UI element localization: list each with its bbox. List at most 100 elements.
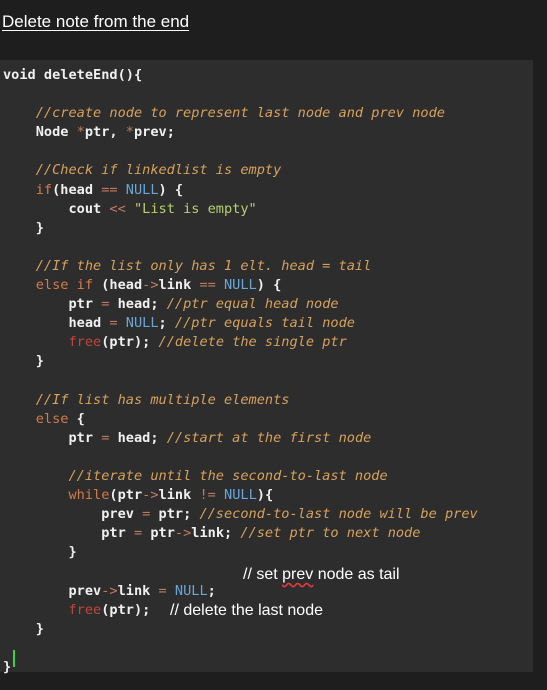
code-token: != xyxy=(199,487,216,504)
code-line: } xyxy=(3,620,478,639)
code-token: (head xyxy=(52,181,102,198)
code-token: NULL xyxy=(224,277,257,294)
code-token: << xyxy=(109,200,126,217)
code-token: prev xyxy=(3,506,143,523)
code-token: ) { xyxy=(256,277,282,294)
code-token: = xyxy=(158,582,167,599)
code-token: (ptr); xyxy=(101,601,151,618)
code-token: NULL xyxy=(125,315,159,332)
code-token: ) { xyxy=(158,181,184,198)
code-token: head xyxy=(3,315,110,332)
code-token: cout xyxy=(3,200,110,217)
code-line: ptr = head; //ptr equal head node xyxy=(3,295,478,314)
code-token: head; xyxy=(109,429,167,446)
code-token: ptr xyxy=(3,525,134,542)
annotation-set-prev: // set prev node as tail xyxy=(243,566,400,584)
code-token: * xyxy=(125,124,134,141)
code-token: ptr xyxy=(142,525,175,542)
code-line: if(head == NULL) { xyxy=(3,181,478,200)
code-line: } xyxy=(3,658,478,677)
code-token: void deleteEnd(){ xyxy=(3,67,143,83)
code-line: void deleteEnd(){ xyxy=(3,66,478,85)
code-token: } xyxy=(3,544,77,561)
code-line: prev = ptr; //second-to-last node will b… xyxy=(3,505,478,524)
code-token: //If list has multiple elements xyxy=(3,391,290,408)
page-title: Delete note from the end xyxy=(2,12,190,31)
code-token: == xyxy=(199,277,216,294)
code-token: } xyxy=(3,658,12,675)
code-token: = xyxy=(133,525,143,542)
code-token: } xyxy=(3,219,44,236)
text-cursor xyxy=(13,650,15,667)
code-token: free xyxy=(68,601,102,618)
code-token: head; xyxy=(109,296,167,313)
annotation-delete-last: // delete the last node xyxy=(170,602,323,619)
annotation-text: // set xyxy=(243,566,283,583)
code-token: ; xyxy=(158,315,175,332)
code-token: { xyxy=(68,410,85,427)
code-token: link xyxy=(158,277,200,294)
code-token: -> xyxy=(142,277,159,294)
code-line: } xyxy=(3,543,478,562)
code-token: = xyxy=(109,315,118,332)
code-token: free xyxy=(68,334,102,351)
code-token: NULL xyxy=(224,487,257,504)
code-token: //iterate until the second-to-last node xyxy=(3,467,388,484)
code-line: free(ptr); //delete the single ptr xyxy=(3,333,478,352)
code-line: while(ptr->link != NULL){ xyxy=(3,486,478,505)
code-line: ptr = ptr->link; //set ptr to next node xyxy=(3,524,478,543)
code-token: Node xyxy=(3,124,77,141)
code-token: else xyxy=(3,410,69,427)
code-token: link xyxy=(158,487,200,504)
code-token: (ptr); xyxy=(101,334,159,351)
code-line: } xyxy=(3,352,478,371)
code-token: else if xyxy=(3,277,94,294)
code-token: * xyxy=(76,124,85,141)
code-token: ptr xyxy=(3,296,102,313)
code-line: cout << "List is empty" xyxy=(3,200,478,219)
code-token: link xyxy=(117,582,159,599)
code-token: //start at the first node xyxy=(166,429,372,446)
code-token: //If the list only has 1 elt. head = tai… xyxy=(3,257,372,274)
code-token: prev xyxy=(3,582,102,599)
code-token: ptr; xyxy=(150,506,200,523)
code-token: } xyxy=(3,353,44,370)
code-token: //ptr equal head node xyxy=(166,296,339,313)
code-token: ptr xyxy=(3,429,102,446)
code-line: else { xyxy=(3,410,478,429)
code-token: == xyxy=(101,181,118,198)
code-line: else if (head->link == NULL) { xyxy=(3,276,478,295)
code-line: prev->link = NULL; xyxy=(3,582,478,601)
code-token: ; xyxy=(207,582,216,599)
code-token: //second-to-last node will be prev xyxy=(199,506,478,523)
code-token: //delete the single ptr xyxy=(158,334,347,351)
code-line: //If the list only has 1 elt. head = tai… xyxy=(3,257,478,276)
code-line: //create node to represent last node and… xyxy=(3,104,478,123)
code-token: -> xyxy=(142,487,159,504)
code-block[interactable]: void deleteEnd(){ //create node to repre… xyxy=(3,66,478,677)
code-token: "List is empty" xyxy=(133,200,257,217)
spellcheck-flagged-word: prev xyxy=(282,566,314,583)
code-line: //Check if linkedlist is empty xyxy=(3,161,478,180)
code-token: ){ xyxy=(256,487,274,504)
code-token: -> xyxy=(174,525,192,542)
code-line: //iterate until the second-to-last node xyxy=(3,467,478,486)
code-token: prev; xyxy=(133,124,175,141)
code-line: //If list has multiple elements xyxy=(3,391,478,410)
code-token: NULL xyxy=(125,181,159,198)
code-line: } xyxy=(3,219,478,238)
code-token: //set ptr to next node xyxy=(240,525,421,542)
